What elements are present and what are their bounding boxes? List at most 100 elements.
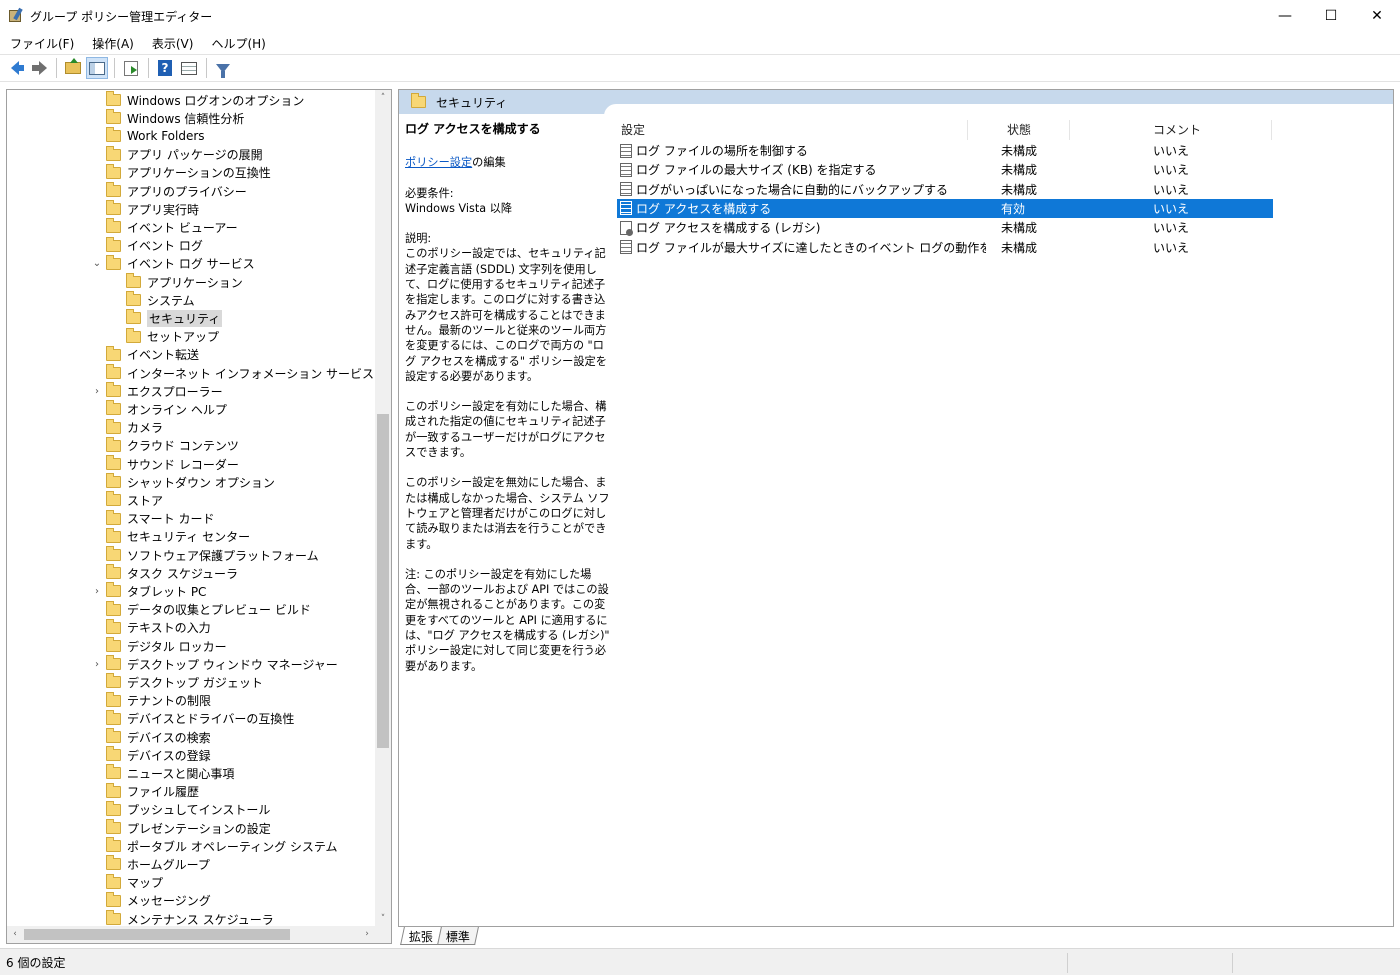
column-header-setting[interactable]: 設定 <box>621 118 645 140</box>
tree-item[interactable]: イベント転送 <box>91 345 199 364</box>
policy-setting-icon <box>620 182 632 197</box>
policy-comment: いいえ <box>1153 221 1190 236</box>
maximize-button[interactable]: ☐ <box>1308 0 1354 32</box>
policy-row[interactable]: ログがいっぱいになった場合に自動的にバックアップする 未構成 いいえ <box>617 180 1273 199</box>
menu-file[interactable]: ファイル(F) <box>0 35 82 52</box>
properties-button[interactable] <box>178 57 200 79</box>
policy-row[interactable]: ログ ファイルの場所を制御する 未構成 いいえ <box>617 141 1273 160</box>
tree-item[interactable]: ⌄ イベント ログ サービス <box>91 254 255 273</box>
tree-item[interactable]: アプリ実行時 <box>91 200 199 218</box>
tree-item[interactable]: イベント ログ <box>91 236 203 255</box>
tree-item[interactable]: インターネット インフォメーション サービス <box>91 364 374 382</box>
description-paragraph: このポリシー設定を有効にした場合、構成された指定の値にセキュリティ記述子が一致す… <box>405 400 607 460</box>
tree-item[interactable]: アプリのプライバシー <box>91 182 247 200</box>
forward-button[interactable] <box>28 57 50 79</box>
tree-item[interactable]: ニュースと関心事項 <box>91 764 234 782</box>
tree-item[interactable]: プッシュしてインストール <box>91 800 270 819</box>
tree-item[interactable]: オンライン ヘルプ <box>91 400 227 418</box>
tree-item[interactable]: アプリケーションの互換性 <box>91 163 271 182</box>
tree-item[interactable]: セットアップ <box>111 327 219 346</box>
folder-icon <box>106 218 121 234</box>
folder-icon <box>106 837 121 853</box>
tree-item[interactable]: デバイスの検索 <box>91 728 211 746</box>
tree-item[interactable]: プレゼンテーションの設定 <box>91 819 271 837</box>
tree-item[interactable]: データの収集とプレビュー ビルド <box>91 600 311 619</box>
scroll-thumb[interactable] <box>377 414 389 748</box>
tree-item[interactable]: シャットダウン オプション <box>91 473 275 491</box>
column-divider[interactable] <box>967 120 968 140</box>
tree-item[interactable]: ファイル履歴 <box>91 782 199 801</box>
policy-row[interactable]: ログ ファイルが最大サイズに達したときのイベント ログの動作を制御する未構成 いい… <box>617 238 1273 257</box>
policy-name: ログ アクセスを構成する (レガシ) <box>636 221 821 236</box>
tree-item[interactable]: Windows 信頼性分析 <box>91 109 244 127</box>
policy-row[interactable]: ログ アクセスを構成する (レガシ) 未構成 いいえ <box>617 218 1273 237</box>
tree-item[interactable]: マップ <box>91 873 163 892</box>
policy-row[interactable]: ログ ファイルの最大サイズ (KB) を指定する 未構成 いいえ <box>617 160 1273 179</box>
tree-item[interactable]: デスクトップ ガジェット <box>91 673 263 691</box>
back-button[interactable] <box>4 57 26 79</box>
tree-item-label: デバイスの検索 <box>127 730 211 745</box>
tab-extended[interactable]: 拡張 <box>400 927 442 945</box>
tree-item[interactable]: デジタル ロッカー <box>91 637 227 655</box>
tree-item[interactable]: アプリ パッケージの展開 <box>91 145 263 164</box>
tree-item[interactable]: › デスクトップ ウィンドウ マネージャー <box>91 655 338 673</box>
tree-item[interactable]: システム <box>111 291 195 309</box>
minimize-button[interactable]: — <box>1262 0 1308 32</box>
menu-view[interactable]: 表示(V) <box>142 35 202 52</box>
tree-item[interactable]: セキュリティ <box>111 309 223 327</box>
expand-chevron-icon[interactable]: › <box>91 386 103 397</box>
tree-item[interactable]: テナントの制限 <box>91 691 211 710</box>
tree-item[interactable]: テキストの入力 <box>91 618 211 637</box>
tree-item[interactable]: Windows ログオンのオプション <box>91 91 304 109</box>
scroll-down-arrow[interactable]: ˅ <box>375 911 391 927</box>
tree-item[interactable]: ソフトウェア保護プラットフォーム <box>91 546 319 564</box>
console-tree[interactable]: Windows ログオンのオプション Windows 信頼性分析 Work Fold… <box>6 89 392 944</box>
policy-row[interactable]: ログ アクセスを構成する 有効 いいえ <box>617 198 1273 218</box>
expand-chevron-icon[interactable]: › <box>91 659 103 670</box>
tree-item[interactable]: Work Folders <box>91 127 205 145</box>
tree-item[interactable]: タスク スケジューラ <box>91 564 238 582</box>
help-button[interactable]: ? <box>154 57 176 79</box>
show-hide-tree-button[interactable] <box>86 57 108 79</box>
scroll-left-arrow[interactable]: ‹ <box>7 926 23 943</box>
column-header-comment[interactable]: コメント <box>1153 118 1201 140</box>
tab-standard[interactable]: 標準 <box>437 927 479 945</box>
tree-item[interactable]: スマート カード <box>91 509 214 528</box>
export-list-button[interactable] <box>120 57 142 79</box>
tree-horizontal-scrollbar[interactable]: ‹ › <box>7 926 391 943</box>
scroll-thumb[interactable] <box>24 929 290 940</box>
expand-chevron-icon[interactable]: › <box>91 586 103 597</box>
tree-item[interactable]: › エクスプローラー <box>91 382 223 400</box>
tree-item[interactable]: メッセージング <box>91 891 211 910</box>
tree-item[interactable]: › タブレット PC <box>91 582 206 600</box>
tree-item[interactable]: デバイスとドライバーの互換性 <box>91 709 294 728</box>
tree-item[interactable]: イベント ビューアー <box>91 218 238 236</box>
tree-item[interactable]: アプリケーション <box>111 273 243 291</box>
tree-vertical-scrollbar[interactable]: ˄ ˅ <box>375 90 391 927</box>
edit-policy-link[interactable]: ポリシー設定 <box>405 156 472 169</box>
scroll-right-arrow[interactable]: › <box>359 926 375 943</box>
menu-help[interactable]: ヘルプ(H) <box>201 35 273 52</box>
menu-action[interactable]: 操作(A) <box>82 35 142 52</box>
column-divider[interactable] <box>1271 120 1272 140</box>
filter-button[interactable] <box>212 57 234 79</box>
close-button[interactable]: ✕ <box>1354 0 1400 32</box>
folder-icon <box>106 254 121 270</box>
tree-item[interactable]: ホームグループ <box>91 855 210 873</box>
scroll-up-arrow[interactable]: ˄ <box>375 90 391 106</box>
up-one-level-button[interactable] <box>62 57 84 79</box>
tree-item[interactable]: クラウド コンテンツ <box>91 436 239 455</box>
tree-item[interactable]: サウンド レコーダー <box>91 455 239 473</box>
tree-item-label: イベント ログ サービス <box>127 257 255 272</box>
folder-icon <box>106 910 121 925</box>
tree-item[interactable]: ポータブル オペレーティング システム <box>91 837 338 855</box>
tree-item[interactable]: ストア <box>91 491 163 509</box>
column-header-state[interactable]: 状態 <box>1007 118 1031 140</box>
column-divider[interactable] <box>1069 120 1070 140</box>
tree-item[interactable]: デバイスの登録 <box>91 746 211 764</box>
tree-item[interactable]: セキュリティ センター <box>91 527 250 546</box>
expand-chevron-icon[interactable]: ⌄ <box>91 258 103 269</box>
tree-item-label: ニュースと関心事項 <box>127 766 235 781</box>
tree-item[interactable]: カメラ <box>91 418 163 437</box>
tree-item[interactable]: メンテナンス スケジューラ <box>91 910 274 927</box>
